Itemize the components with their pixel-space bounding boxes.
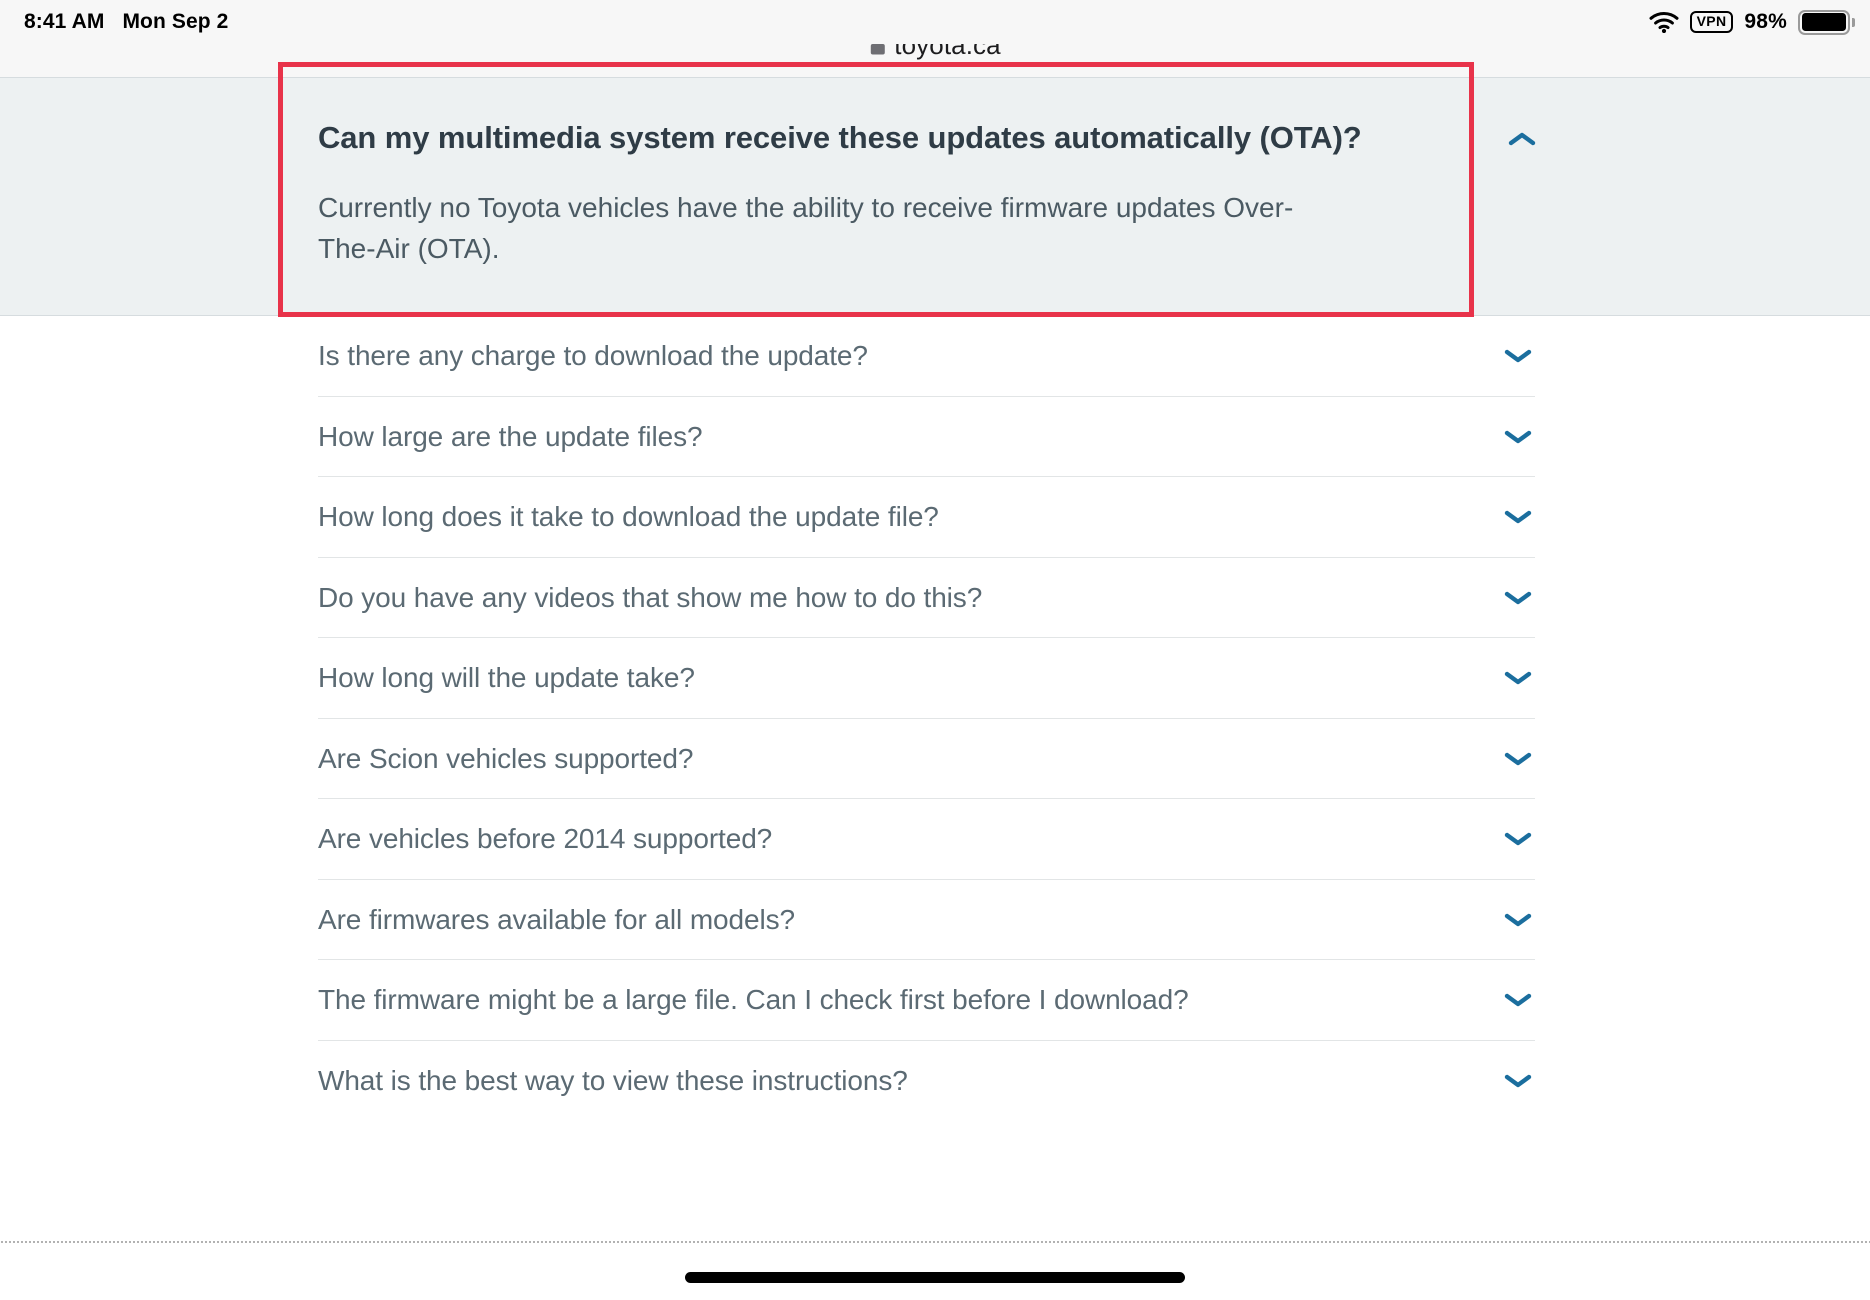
faq-item[interactable]: Do you have any videos that show me how … [318, 558, 1535, 639]
home-indicator[interactable] [685, 1272, 1185, 1283]
faq-item-expanded[interactable]: Can my multimedia system receive these u… [0, 77, 1870, 317]
faq-question-label: How large are the update files? [318, 420, 703, 452]
battery-nub [1852, 17, 1855, 27]
faq-expanded-question: Can my multimedia system receive these u… [318, 120, 1362, 155]
faq-question-label: Is there any charge to download the upda… [318, 340, 868, 372]
wifi-icon [1649, 11, 1679, 33]
battery-percent: 98% [1744, 10, 1787, 33]
chevron-down-icon[interactable] [1503, 830, 1535, 848]
faq-item[interactable]: Are vehicles before 2014 supported? [318, 799, 1535, 880]
faq-item[interactable]: Are firmwares available for all models? [318, 880, 1535, 961]
faq-item[interactable]: What is the best way to view these instr… [318, 1041, 1535, 1122]
battery-fill [1801, 13, 1846, 31]
status-date: Mon Sep 2 [122, 10, 229, 33]
status-time: 8:41 AM [24, 10, 105, 33]
faq-question-label: The firmware might be a large file. Can … [318, 984, 1189, 1016]
chevron-down-icon[interactable] [1503, 347, 1535, 365]
faq-list: Is there any charge to download the upda… [0, 316, 1870, 1121]
page-content: Can my multimedia system receive these u… [0, 77, 1870, 1300]
faq-item[interactable]: Is there any charge to download the upda… [318, 316, 1535, 397]
faq-question-label: What is the best way to view these instr… [318, 1065, 908, 1097]
faq-item[interactable]: How large are the update files? [318, 397, 1535, 478]
ipad-screen: toyota.ca 8:41 AM Mon Sep 2 VPN 98% Can … [0, 0, 1870, 1300]
faq-question-label: Are vehicles before 2014 supported? [318, 823, 773, 855]
status-bar-left: 8:41 AM Mon Sep 2 [24, 0, 228, 44]
faq-question-label: Are firmwares available for all models? [318, 903, 795, 935]
page-bottom-rule [0, 1241, 1870, 1243]
status-bar: 8:41 AM Mon Sep 2 VPN 98% [0, 0, 1870, 44]
faq-question-label: How long does it take to download the up… [318, 501, 939, 533]
chevron-down-icon[interactable] [1503, 428, 1535, 446]
chevron-down-icon[interactable] [1503, 750, 1535, 768]
vpn-badge: VPN [1689, 11, 1734, 33]
chevron-down-icon[interactable] [1503, 589, 1535, 607]
chevron-down-icon[interactable] [1503, 1072, 1535, 1090]
faq-item[interactable]: The firmware might be a large file. Can … [318, 960, 1535, 1041]
status-bar-right: VPN 98% [1649, 0, 1855, 44]
battery-full-icon [1798, 9, 1855, 35]
faq-item[interactable]: How long will the update take? [318, 638, 1535, 719]
faq-item[interactable]: Are Scion vehicles supported? [318, 719, 1535, 800]
chevron-down-icon[interactable] [1503, 991, 1535, 1009]
chevron-up-icon[interactable] [1507, 130, 1537, 148]
chevron-down-icon[interactable] [1503, 669, 1535, 687]
faq-question-label: Do you have any videos that show me how … [318, 581, 983, 613]
faq-expanded-answer: Currently no Toyota vehicles have the ab… [318, 192, 1294, 264]
chevron-down-icon[interactable] [1503, 508, 1535, 526]
faq-item[interactable]: How long does it take to download the up… [318, 477, 1535, 558]
faq-question-label: Are Scion vehicles supported? [318, 742, 694, 774]
chevron-down-icon[interactable] [1503, 911, 1535, 929]
faq-question-label: How long will the update take? [318, 662, 695, 694]
